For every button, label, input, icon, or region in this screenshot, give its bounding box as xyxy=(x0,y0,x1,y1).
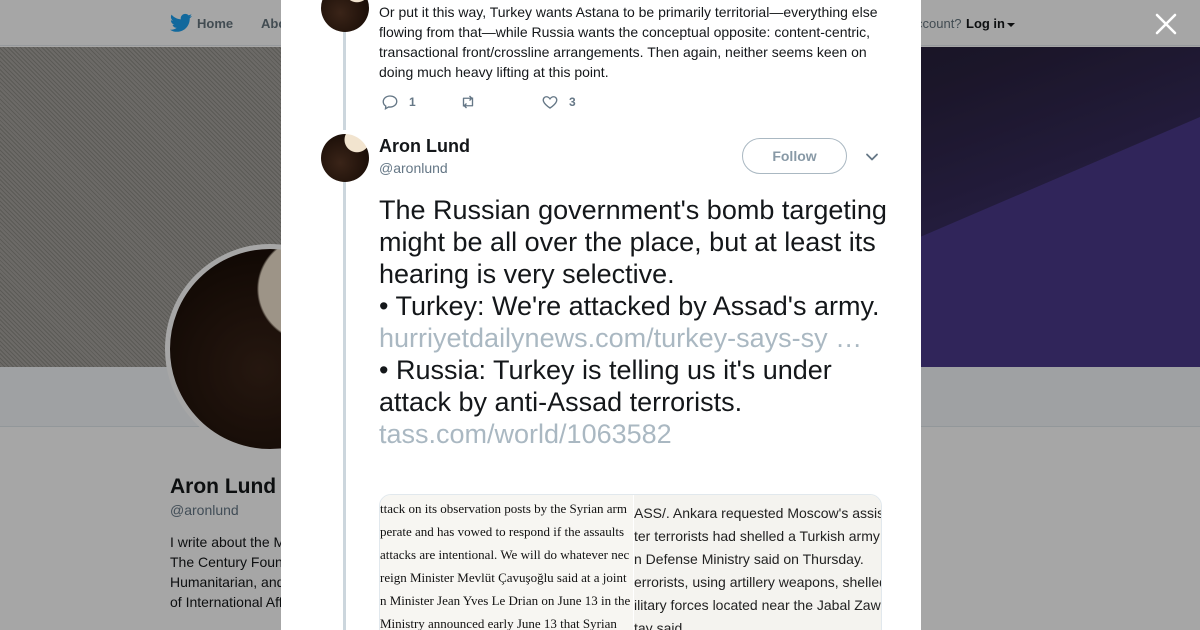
media-image-right[interactable]: ASS/. Ankara requested Moscow's assis te… xyxy=(634,495,882,630)
media-text-line: ilitary forces located near the Jabal Za… xyxy=(634,597,881,613)
media-text-line: errorists, using artillery weapons, shel… xyxy=(634,574,882,590)
media-text-line: ttack on its observation posts by the Sy… xyxy=(380,501,627,516)
reply-icon[interactable] xyxy=(381,93,399,111)
media-text-line: tay said. xyxy=(634,620,687,630)
tweet-text: The Russian government's bomb targeting … xyxy=(379,194,889,450)
media-text-line: ter terrorists had shelled a Turkish arm… xyxy=(634,528,880,544)
tweet-modal: Or put it this way, Turkey wants Astana … xyxy=(281,0,921,630)
close-icon[interactable] xyxy=(1153,11,1179,37)
reply-count: 1 xyxy=(409,95,416,109)
media-text-line: perate and has vowed to respond if the a… xyxy=(380,524,625,539)
retweet-icon[interactable] xyxy=(459,93,477,111)
tweet-line: tass.com/world/1063582 xyxy=(379,418,889,450)
tweet-media[interactable]: ttack on its observation posts by the Sy… xyxy=(379,494,882,630)
thread-connector xyxy=(343,180,346,630)
chevron-down-icon[interactable] xyxy=(865,150,879,164)
like-action[interactable]: 3 xyxy=(541,92,576,112)
like-icon[interactable] xyxy=(541,93,559,111)
retweet-action[interactable] xyxy=(459,92,487,112)
reply-action[interactable]: 1 xyxy=(381,92,416,112)
media-text-line: n Minister Jean Yves Le Drian on June 13… xyxy=(380,593,631,608)
media-image-left[interactable]: ttack on its observation posts by the Sy… xyxy=(380,495,633,630)
tweet-line: • Turkey: We're attacked by Assad's army… xyxy=(379,290,889,354)
like-count: 3 xyxy=(569,95,576,109)
previous-tweet-text: Or put it this way, Turkey wants Astana … xyxy=(379,4,878,80)
author-handle[interactable]: @aronlund xyxy=(379,160,448,176)
tweet-line-text: • Turkey: We're attacked by Assad's army… xyxy=(379,291,880,321)
media-text-line: ASS/. Ankara requested Moscow's assis xyxy=(634,505,882,521)
tweet-line: The Russian government's bomb targeting … xyxy=(379,195,887,289)
media-text-line: attacks are intentional. We will do what… xyxy=(380,547,630,562)
author-name[interactable]: Aron Lund xyxy=(379,136,470,157)
tweet-line: • Russia: Turkey is telling us it's unde… xyxy=(379,354,889,418)
media-text-line: Ministry announced early June 13 that Sy… xyxy=(380,616,617,630)
thread-connector xyxy=(343,30,346,130)
tweet-line-text: • Russia: Turkey is telling us it's unde… xyxy=(379,355,832,417)
follow-button[interactable]: Follow xyxy=(742,138,847,174)
previous-tweet-avatar[interactable] xyxy=(321,0,369,32)
author-avatar[interactable] xyxy=(321,134,369,182)
media-text-line: n Defense Ministry said on Thursday. xyxy=(634,551,864,567)
media-text-line: reign Minister Mevlüt Çavuşoğlu said at … xyxy=(380,570,627,585)
tass-link[interactable]: tass.com/world/1063582 xyxy=(379,419,672,449)
hurriyet-link[interactable]: hurriyetdailynews.com/turkey-says-sy … xyxy=(379,323,862,353)
